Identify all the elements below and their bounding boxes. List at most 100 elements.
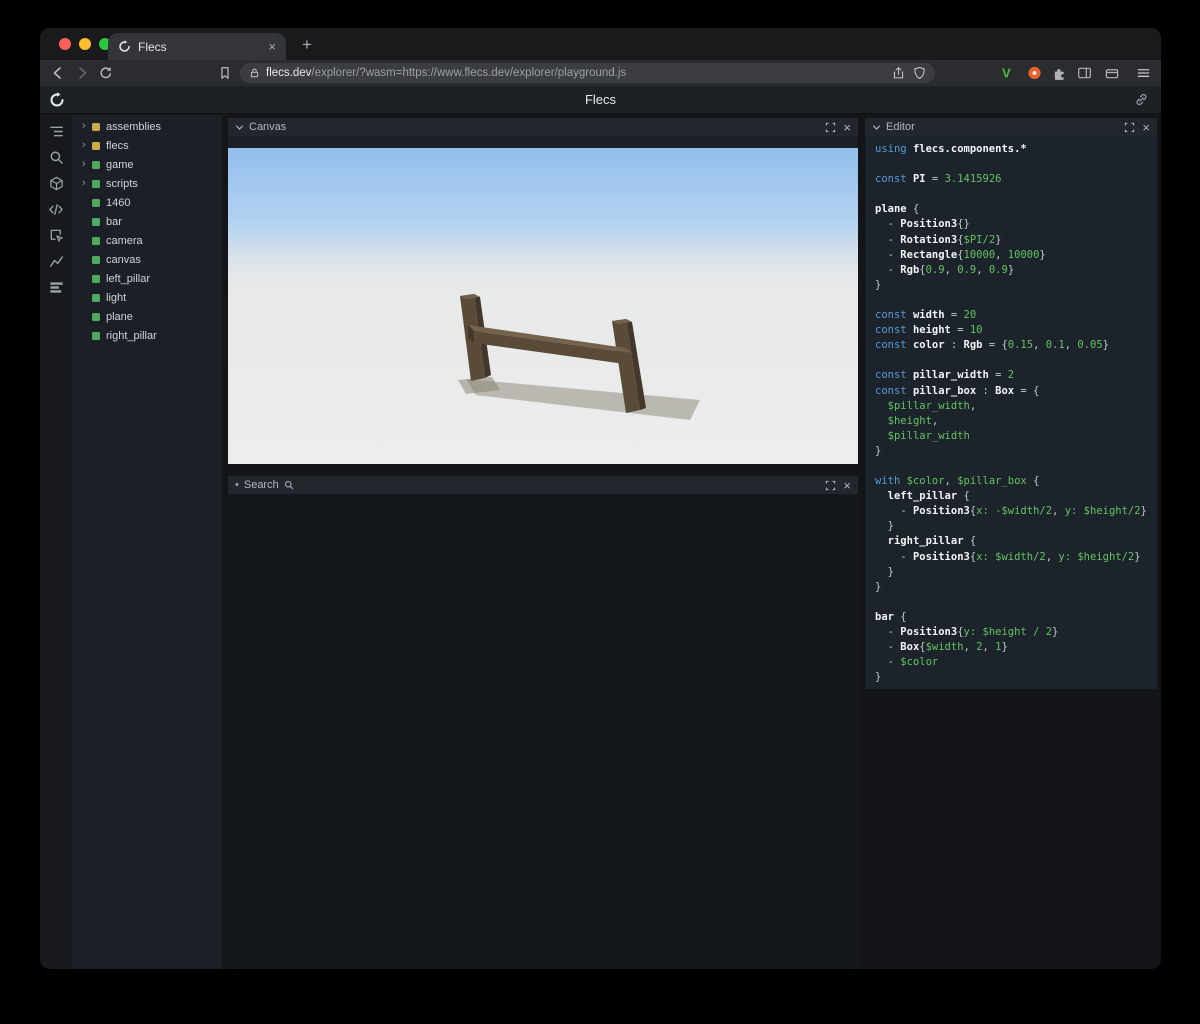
tree-item-game[interactable]: › game — [72, 155, 222, 174]
tree-item-scripts[interactable]: › scripts — [72, 174, 222, 193]
chevron-right-icon[interactable]: › — [82, 121, 92, 132]
chevron-right-icon[interactable]: › — [82, 178, 92, 189]
code-line: } — [875, 278, 882, 291]
code-line: } — [875, 565, 894, 578]
tree-item-label: light — [106, 291, 127, 304]
entity-color-swatch — [92, 236, 100, 245]
inspector-button[interactable] — [48, 227, 64, 243]
expand-icon — [1125, 122, 1135, 132]
new-tab-button[interactable]: + — [296, 34, 318, 56]
tree-item-left_pillar[interactable]: left_pillar — [72, 269, 222, 288]
sidebar-button[interactable] — [1077, 66, 1092, 81]
entity-color-swatch — [92, 122, 100, 131]
entity-color-swatch — [92, 312, 100, 321]
minimize-window-button[interactable] — [79, 38, 91, 50]
reload-button[interactable] — [98, 66, 113, 81]
editor-panel: Editor × using flecs.components.* const … — [865, 118, 1157, 689]
entities-button[interactable] — [48, 175, 64, 191]
tree-item-label: bar — [106, 215, 122, 228]
tree-item-plane[interactable]: plane — [72, 307, 222, 326]
flecs-explorer-app: Flecs › assemblies › flecs › game › scri… — [40, 86, 1161, 969]
search-panel-header[interactable]: • Search × — [228, 476, 858, 494]
share-icon[interactable] — [892, 66, 905, 80]
editor-panel-header[interactable]: Editor × — [865, 118, 1157, 136]
chevron-right-icon[interactable]: › — [82, 140, 92, 151]
code-line: } — [875, 671, 882, 684]
tree-item-flecs[interactable]: › flecs — [72, 136, 222, 155]
code-line: - Position3{} — [875, 218, 970, 231]
chevron-right-icon[interactable]: › — [82, 159, 92, 170]
canvas-close-button[interactable]: × — [843, 121, 851, 134]
bookmark-button[interactable] — [218, 66, 232, 80]
tree-item-assemblies[interactable]: › assemblies — [72, 117, 222, 136]
forward-icon — [79, 67, 87, 79]
code-line: - Position3{x: -$width/2, y: $height/2} — [875, 505, 1147, 518]
wallet-button[interactable] — [1104, 66, 1120, 81]
back-button[interactable] — [50, 65, 66, 81]
bookmark-icon — [221, 67, 229, 79]
back-icon — [53, 67, 61, 79]
v-extension-button[interactable]: V — [1002, 66, 1011, 81]
close-window-button[interactable] — [59, 38, 71, 50]
tree-item-bar[interactable]: bar — [72, 212, 222, 231]
collapsed-dot-icon[interactable]: • — [235, 479, 239, 491]
canvas-3d-viewport[interactable] — [228, 148, 858, 464]
browser-window: Flecs × + flecs.dev/explorer/?wasm=https… — [40, 28, 1161, 969]
editor-close-button[interactable]: × — [1142, 121, 1150, 134]
code-line: right_pillar { — [887, 535, 977, 548]
browser-tab[interactable]: Flecs × — [108, 33, 286, 60]
tree-item-camera[interactable]: camera — [72, 231, 222, 250]
code-line: $pillar_width, — [887, 399, 977, 412]
tree-item-label: camera — [106, 234, 143, 247]
query-search-button[interactable] — [48, 149, 64, 165]
url-bar[interactable]: flecs.dev/explorer/?wasm=https://www.fle… — [240, 63, 935, 83]
puzzle-icon — [1054, 69, 1064, 80]
tree-item-light[interactable]: light — [72, 288, 222, 307]
charts-button[interactable] — [48, 253, 64, 269]
tree-item-label: left_pillar — [106, 272, 151, 285]
tree-item-label: flecs — [106, 139, 129, 152]
menu-button[interactable] — [1136, 66, 1151, 81]
code-editor[interactable]: using flecs.components.* const PI = 3.14… — [865, 136, 1157, 689]
canvas-panel-body — [228, 136, 858, 464]
scripts-button[interactable] — [48, 201, 64, 217]
code-line: const pillar_box : Box = { — [875, 384, 1040, 397]
forward-button[interactable] — [74, 65, 90, 81]
orange-extension-icon — [1028, 66, 1041, 80]
stats-button[interactable] — [48, 279, 64, 295]
share-link-icon[interactable] — [1134, 92, 1149, 107]
editor-expand-button[interactable] — [1124, 122, 1135, 133]
url-text: flecs.dev/explorer/?wasm=https://www.fle… — [266, 67, 892, 79]
code-line: - Box{$width, 2, 1} — [875, 641, 1008, 654]
app-header: Flecs — [40, 86, 1161, 114]
chevron-down-icon[interactable] — [235, 123, 244, 132]
entity-color-swatch — [92, 179, 100, 188]
tree-item-canvas[interactable]: canvas — [72, 250, 222, 269]
flecs-favicon — [119, 40, 130, 52]
canvas-panel-header[interactable]: Canvas × — [228, 118, 858, 136]
tree-view-button[interactable] — [48, 123, 64, 139]
code-line: const height = 10 — [875, 324, 983, 337]
canvas-expand-button[interactable] — [825, 122, 836, 133]
tree-item-1460[interactable]: 1460 — [72, 193, 222, 212]
entity-color-swatch — [92, 141, 100, 150]
tree-item-right_pillar[interactable]: right_pillar — [72, 326, 222, 345]
search-close-button[interactable]: × — [843, 479, 851, 492]
brave-shield-icon[interactable] — [913, 66, 926, 80]
url-path: /explorer/?wasm=https://www.flecs.dev/ex… — [311, 67, 627, 79]
search-expand-button[interactable] — [825, 480, 836, 491]
canvas-panel-title: Canvas — [249, 121, 287, 133]
code-line: $pillar_width — [887, 429, 970, 442]
extensions-button[interactable] — [1052, 66, 1067, 81]
cube-icon — [49, 176, 63, 190]
code-icon — [49, 203, 63, 215]
entity-color-swatch — [92, 293, 100, 302]
code-line: - Position3{x: $width/2, y: $height/2} — [875, 550, 1141, 563]
tab-close-icon[interactable]: × — [268, 40, 276, 53]
search-panel-title: Search — [243, 479, 279, 491]
expand-icon — [826, 480, 836, 490]
orange-extension-button[interactable] — [1027, 66, 1042, 81]
chevron-down-icon[interactable] — [872, 123, 881, 132]
tree-item-label: canvas — [106, 253, 141, 266]
